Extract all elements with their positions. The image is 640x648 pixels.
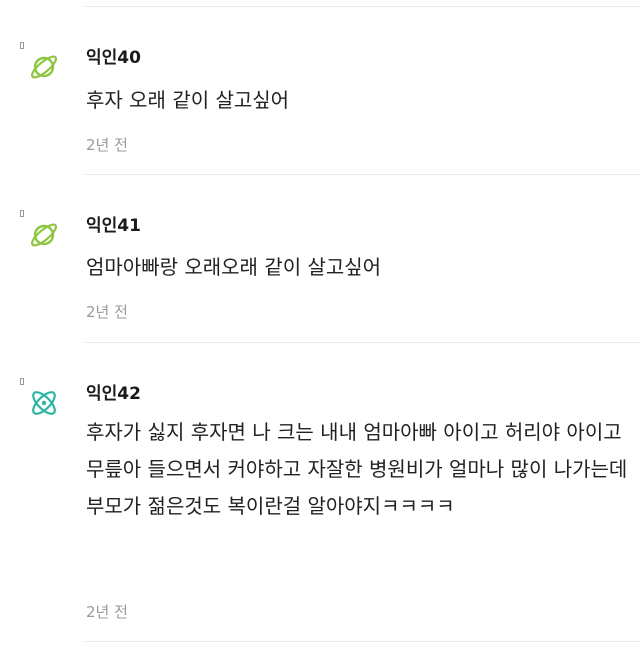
comment-time: 2년 전 <box>86 603 128 621</box>
planet-icon <box>30 55 58 79</box>
pin-icon <box>20 42 24 49</box>
comment-time: 2년 전 <box>86 303 128 321</box>
planet-icon <box>30 223 58 247</box>
comment-time: 2년 전 <box>86 136 128 154</box>
divider <box>84 641 640 642</box>
pin-icon <box>20 378 24 385</box>
comment-author[interactable]: 익인40 <box>86 43 141 68</box>
divider <box>84 6 640 7</box>
comment-author[interactable]: 익인42 <box>86 379 141 404</box>
comment-text: 엄마아빠랑 오래오래 같이 살고싶어 <box>86 255 382 279</box>
comment-text: 후자 오래 같이 살고싶어 <box>86 88 290 112</box>
pin-icon <box>20 210 24 217</box>
comment-thread: 익인40 후자 오래 같이 살고싶어 2년 전 익인41 엄마아빠랑 오래오래 … <box>0 0 640 648</box>
divider <box>84 342 640 343</box>
atom-icon <box>32 391 56 415</box>
comment-author[interactable]: 익인41 <box>86 211 141 236</box>
comment-text: 후자가 싫지 후자면 나 크는 내내 엄마아빠 아이고 허리야 아이고 무릎아 … <box>86 420 628 518</box>
divider <box>84 174 640 175</box>
